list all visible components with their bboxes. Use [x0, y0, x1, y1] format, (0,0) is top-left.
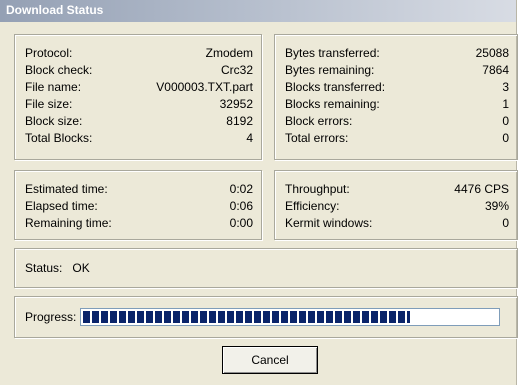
bytes-remaining-value: 7864 [482, 63, 509, 77]
block-check-value: Crc32 [220, 63, 253, 77]
block-size-value: 8192 [226, 114, 253, 128]
bytes-remaining-label: Bytes remaining: [285, 63, 375, 77]
download-status-dialog: Download Status Protocol: Zmodem Block c… [0, 0, 518, 385]
row-bytes-remaining: Bytes remaining: 7864 [285, 62, 509, 79]
row-block-errors: Block errors: 0 [285, 113, 509, 130]
efficiency-label: Efficiency: [285, 199, 340, 213]
elapsed-time-value: 0:06 [229, 199, 253, 213]
time-info-group: Estimated time: 0:02 Elapsed time: 0:06 … [14, 170, 262, 240]
total-blocks-value: 4 [246, 131, 253, 145]
row-throughput: Throughput: 4476 CPS [285, 181, 509, 198]
window-title: Download Status [0, 0, 516, 22]
throughput-value: 4476 CPS [454, 182, 509, 196]
status-group: Status: OK [14, 248, 518, 288]
row-efficiency: Efficiency: 39% [285, 198, 509, 215]
block-errors-value: 0 [502, 114, 509, 128]
file-name-value: V000003.TXT.part [156, 80, 253, 94]
total-errors-label: Total errors: [285, 131, 349, 145]
blocks-transferred-value: 3 [502, 80, 509, 94]
kermit-windows-label: Kermit windows: [285, 216, 373, 230]
block-size-label: Block size: [25, 114, 83, 128]
row-block-size: Block size: 8192 [25, 113, 253, 130]
efficiency-value: 39% [484, 199, 509, 213]
progress-group: Progress: [14, 296, 518, 338]
progress-label: Progress: [25, 310, 77, 324]
row-total-blocks: Total Blocks: 4 [25, 130, 253, 147]
estimated-time-value: 0:02 [229, 182, 253, 196]
file-size-label: File size: [25, 97, 73, 111]
blocks-remaining-value: 1 [502, 97, 509, 111]
row-kermit-windows: Kermit windows: 0 [285, 215, 509, 232]
protocol-label: Protocol: [25, 46, 73, 60]
file-size-value: 32952 [219, 97, 253, 111]
status-value: OK [72, 261, 90, 275]
transfer-info-group: Protocol: Zmodem Block check: Crc32 File… [14, 34, 262, 160]
progress-bar [80, 308, 501, 326]
row-remaining-time: Remaining time: 0:00 [25, 215, 253, 232]
block-check-label: Block check: [25, 63, 93, 77]
total-errors-value: 0 [502, 131, 509, 145]
blocks-transferred-label: Blocks transferred: [285, 80, 386, 94]
row-file-name: File name: V000003.TXT.part [25, 79, 253, 96]
bytes-transferred-value: 25088 [475, 46, 509, 60]
block-errors-label: Block errors: [285, 114, 353, 128]
cancel-button[interactable]: Cancel [222, 346, 318, 374]
remaining-time-value: 0:00 [229, 216, 253, 230]
row-total-errors: Total errors: 0 [285, 130, 509, 147]
progress-bar-fill [83, 311, 411, 323]
row-block-check: Block check: Crc32 [25, 62, 253, 79]
elapsed-time-label: Elapsed time: [25, 199, 98, 213]
remaining-time-label: Remaining time: [25, 216, 112, 230]
file-name-label: File name: [25, 80, 82, 94]
row-blocks-remaining: Blocks remaining: 1 [285, 96, 509, 113]
row-bytes-transferred: Bytes transferred: 25088 [285, 45, 509, 62]
kermit-windows-value: 0 [502, 216, 509, 230]
row-estimated-time: Estimated time: 0:02 [25, 181, 253, 198]
transfer-stats-group: Bytes transferred: 25088 Bytes remaining… [274, 34, 518, 160]
estimated-time-label: Estimated time: [25, 182, 108, 196]
bytes-transferred-label: Bytes transferred: [285, 46, 380, 60]
protocol-value: Zmodem [205, 46, 253, 60]
row-elapsed-time: Elapsed time: 0:06 [25, 198, 253, 215]
row-protocol: Protocol: Zmodem [25, 45, 253, 62]
rate-info-group: Throughput: 4476 CPS Efficiency: 39% Ker… [274, 170, 518, 240]
throughput-label: Throughput: [285, 182, 350, 196]
total-blocks-label: Total Blocks: [25, 131, 93, 145]
row-blocks-transferred: Blocks transferred: 3 [285, 79, 509, 96]
row-file-size: File size: 32952 [25, 96, 253, 113]
blocks-remaining-label: Blocks remaining: [285, 97, 380, 111]
status-label: Status: [25, 261, 63, 275]
